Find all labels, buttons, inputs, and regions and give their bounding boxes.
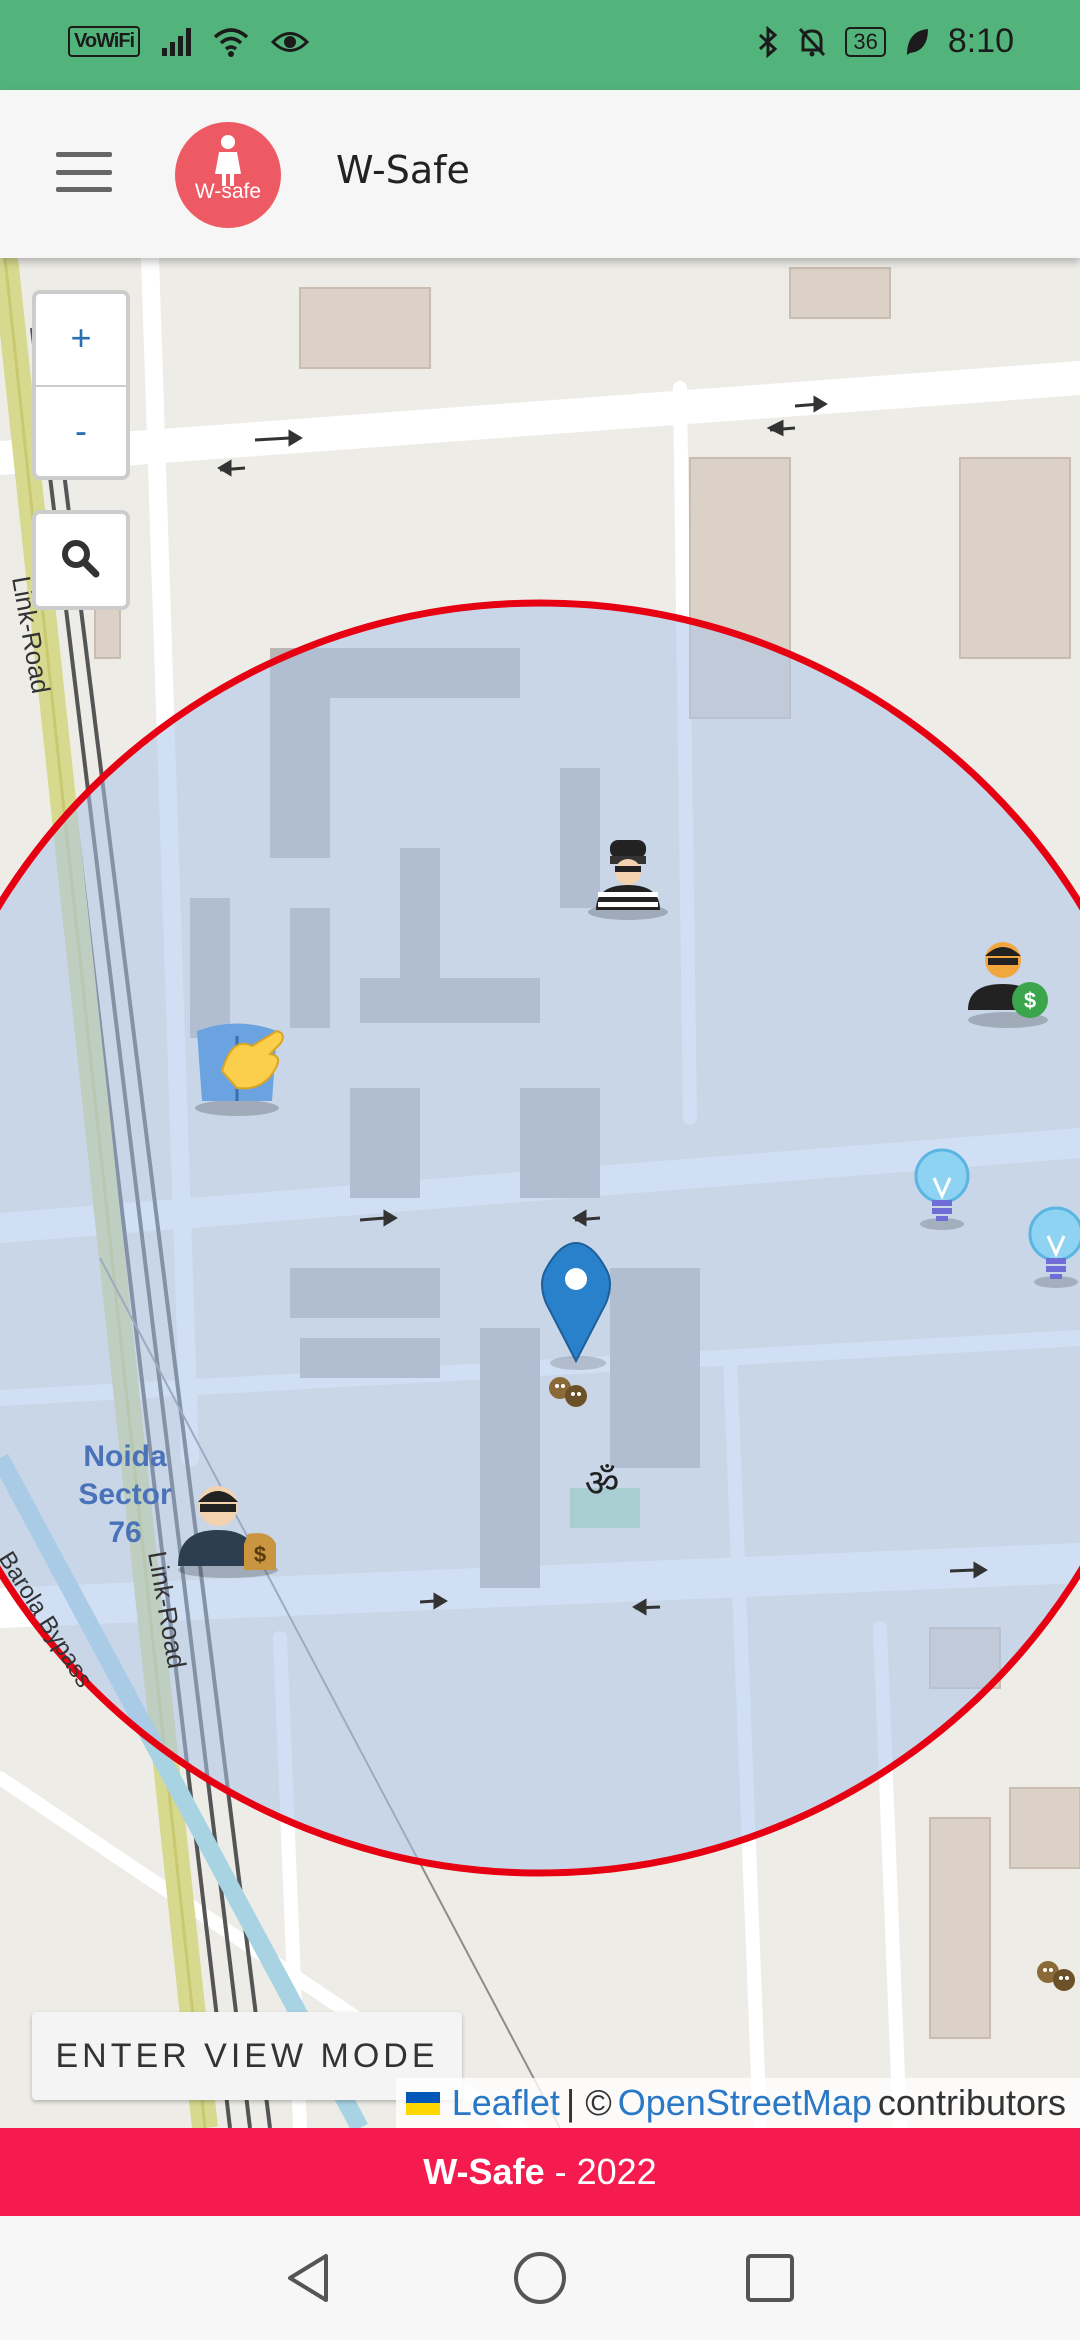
danger-zone-circle[interactable] xyxy=(0,599,1080,1877)
map-tiles[interactable]: Link-Road Link-Road Barola Bypass Noida … xyxy=(0,258,1080,2128)
search-icon xyxy=(62,540,100,578)
battery-indicator: 36 xyxy=(845,26,886,57)
area-label-line-3: 76 xyxy=(108,1516,141,1549)
area-label-line-1: Noida xyxy=(83,1440,167,1473)
signal-icon xyxy=(162,27,192,56)
app-header: W-safe W-Safe xyxy=(0,90,1080,258)
app-logo: W-safe xyxy=(175,122,281,228)
status-right: 36 8:10 xyxy=(757,22,1014,61)
logo-text: W-safe xyxy=(194,180,262,203)
area-label-line-2: Sector xyxy=(78,1478,172,1511)
eye-icon xyxy=(271,31,310,52)
vowifi-badge: VoWiFi xyxy=(68,26,141,57)
footer-separator: - xyxy=(544,2151,577,2192)
theatre-icon-2 xyxy=(1037,1961,1075,1991)
leaflet-link[interactable]: Leaflet xyxy=(452,2078,560,2128)
wifi-icon xyxy=(213,27,249,57)
temple-icon: ॐ xyxy=(585,1461,620,1505)
footer: W-Safe - 2022 xyxy=(0,2128,1080,2216)
recents-square-icon[interactable] xyxy=(740,2248,800,2308)
map-view[interactable]: Link-Road Link-Road Barola Bypass Noida … xyxy=(0,258,1080,2128)
attribution-contributors: contributors xyxy=(877,2082,1066,2123)
clock: 8:10 xyxy=(947,22,1014,60)
zoom-control: + - xyxy=(32,290,130,480)
bluetooth-icon xyxy=(759,25,778,58)
footer-year: 2022 xyxy=(576,2151,657,2192)
status-bar: VoWiFi 36 8:10 xyxy=(0,0,1080,90)
back-triangle-icon[interactable] xyxy=(280,2248,340,2308)
menu-icon[interactable] xyxy=(56,152,112,192)
ukraine-flag-icon xyxy=(405,2091,440,2115)
svg-text:$: $ xyxy=(1024,988,1036,1013)
bell-off-icon xyxy=(799,27,826,56)
footer-brand: W-Safe xyxy=(423,2151,545,2192)
home-circle-icon[interactable] xyxy=(510,2248,570,2308)
system-nav-bar xyxy=(0,2216,1080,2340)
app-root: VoWiFi 36 8:10 W-safe W-Safe Link-Road L… xyxy=(0,0,1080,2340)
svg-text:$: $ xyxy=(254,1542,266,1567)
status-left: VoWiFi xyxy=(68,26,310,57)
app-title: W-Safe xyxy=(336,148,470,192)
map-attribution: Leaflet | © OpenStreetMap contributors xyxy=(395,2078,1080,2128)
search-button[interactable] xyxy=(32,510,130,610)
zoom-in-button[interactable]: + xyxy=(36,294,126,385)
openstreetmap-link[interactable]: OpenStreetMap xyxy=(618,2078,872,2128)
zoom-out-button[interactable]: - xyxy=(36,385,126,476)
attribution-separator: | © xyxy=(565,2082,612,2123)
leaf-icon xyxy=(906,28,928,55)
